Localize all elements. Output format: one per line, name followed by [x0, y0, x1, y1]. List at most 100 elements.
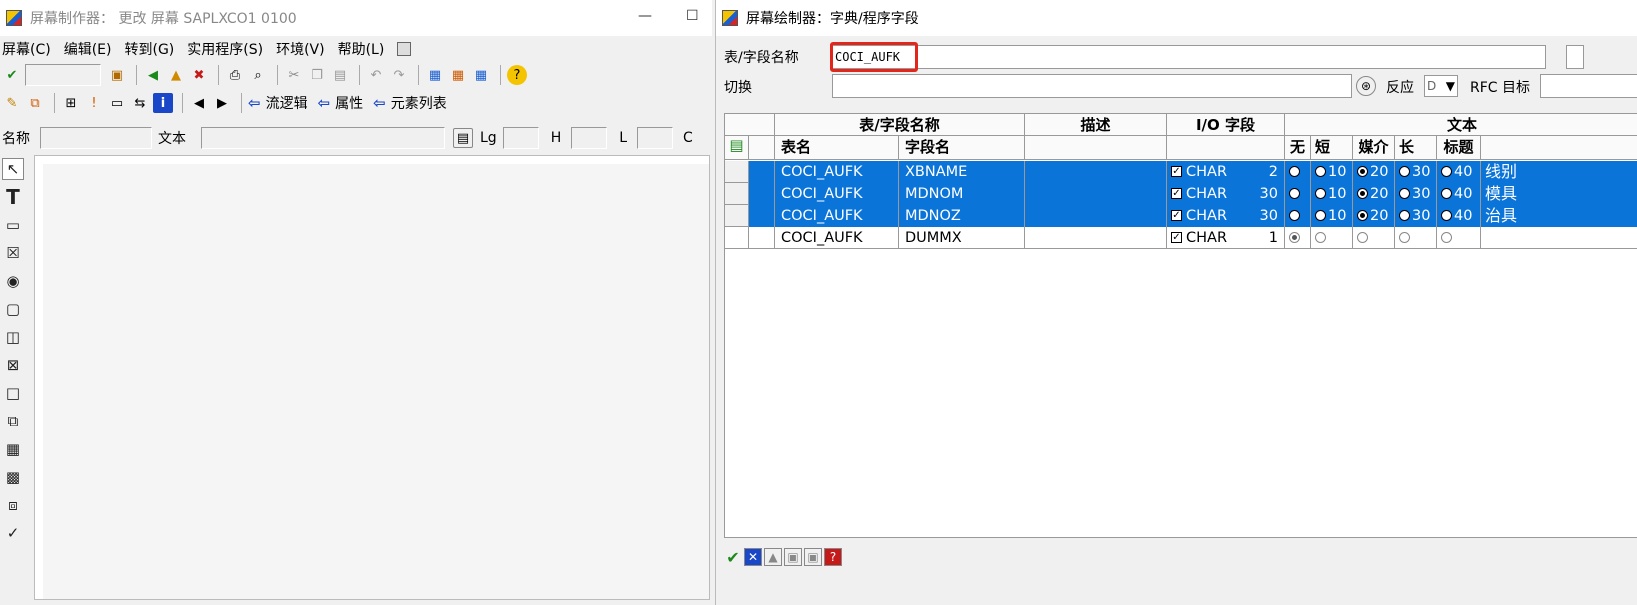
pointer-icon[interactable]: ↖: [2, 158, 24, 180]
confirm-check-icon[interactable]: ✔: [724, 548, 742, 567]
io-checkbox[interactable]: ✓: [1171, 165, 1182, 177]
undo-icon[interactable]: ↶: [366, 65, 386, 85]
menu-edit[interactable]: 编辑(E): [64, 39, 112, 59]
input-field-icon[interactable]: ▭: [2, 214, 24, 236]
layout-icon-2[interactable]: ▦: [448, 65, 468, 85]
text-size-radio[interactable]: [1399, 165, 1410, 177]
l-field[interactable]: [637, 127, 674, 149]
table-row[interactable]: COCI_AUFK MDNOM ✓ CHAR 30 10 20 30 40 模具: [725, 183, 1637, 205]
table-field-input[interactable]: COCI_AUFK: [832, 45, 1546, 69]
text-size-radio[interactable]: [1357, 187, 1368, 199]
flow-logic-link[interactable]: ⇦ 流逻辑: [248, 93, 308, 113]
cancel-icon[interactable]: ?: [824, 548, 842, 566]
text-size-radio[interactable]: [1315, 209, 1326, 221]
table-row[interactable]: COCI_AUFK DUMMX ✓ CHAR 1: [725, 227, 1637, 249]
hierarchy-icon[interactable]: ⊞: [61, 93, 81, 113]
exit-icon[interactable]: ▲: [166, 65, 186, 85]
text-size-radio[interactable]: [1441, 209, 1452, 221]
h-field[interactable]: [571, 127, 608, 149]
switch-input[interactable]: [832, 74, 1352, 98]
io-checkbox[interactable]: ✓: [1171, 187, 1182, 199]
cancel-icon[interactable]: ✖: [189, 65, 209, 85]
menu-utilities[interactable]: 实用程序(S): [187, 39, 263, 59]
table-row[interactable]: COCI_AUFK XBNAME ✓ CHAR 2 10 20 30 40 线别: [725, 161, 1637, 183]
pencil-icon[interactable]: ✎: [2, 93, 22, 113]
canvas-grid[interactable]: [43, 164, 709, 599]
text-size-radio[interactable]: [1315, 187, 1326, 199]
transfer-icon[interactable]: ⇆: [130, 93, 150, 113]
text-size-radio[interactable]: [1289, 165, 1300, 177]
lg-field[interactable]: [502, 127, 539, 149]
io-checkbox[interactable]: ✓: [1171, 209, 1182, 221]
cut-icon[interactable]: ✂: [284, 65, 304, 85]
info-icon[interactable]: i: [153, 93, 173, 113]
checkbox-icon[interactable]: ☒: [2, 242, 24, 264]
back-icon[interactable]: ◀: [143, 65, 163, 85]
next-icon[interactable]: ▶: [212, 93, 232, 113]
print-icon[interactable]: ⎙: [225, 65, 245, 85]
menu-screen[interactable]: 屏幕(C): [2, 39, 51, 59]
paste-icon[interactable]: ▤: [330, 65, 350, 85]
layout-canvas[interactable]: [34, 155, 710, 600]
toggle-icon[interactable]: ⧉: [25, 93, 45, 113]
minimize-icon[interactable]: —: [638, 8, 652, 24]
menu-environment[interactable]: 环境(V): [276, 39, 325, 59]
text-size-radio[interactable]: [1289, 187, 1300, 199]
text-size-radio[interactable]: [1399, 231, 1410, 243]
name-field[interactable]: [40, 127, 152, 149]
get-from-dict-button[interactable]: [1566, 45, 1584, 69]
menu-layout-icon[interactable]: [397, 42, 412, 56]
tabstrip-wizard-icon[interactable]: ⊠: [2, 354, 24, 376]
table-row[interactable]: COCI_AUFK MDNOZ ✓ CHAR 30 10 20 30 40 治具: [725, 205, 1637, 227]
text-size-radio[interactable]: [1289, 209, 1300, 221]
save-as-disabled-icon[interactable]: ▣: [804, 548, 822, 566]
save-icon[interactable]: ▣: [107, 65, 127, 85]
menu-help[interactable]: 帮助(L): [338, 39, 385, 59]
table-control-icon[interactable]: ▦: [2, 438, 24, 460]
pushbutton-icon[interactable]: ▢: [2, 298, 24, 320]
save-disabled-icon[interactable]: ▣: [784, 548, 802, 566]
reaction-select[interactable]: D ▼: [1424, 75, 1458, 97]
attributes-link[interactable]: ⇦ 属性: [318, 93, 364, 113]
text-field-icon[interactable]: T: [2, 185, 24, 209]
table-wizard-icon[interactable]: ▩: [2, 466, 24, 488]
find-icon[interactable]: ⌕: [248, 65, 268, 85]
io-checkbox[interactable]: ✓: [1171, 231, 1182, 243]
dict-fields-icon[interactable]: ▭: [107, 93, 127, 113]
status-icon[interactable]: ✓: [2, 522, 24, 544]
menu-goto[interactable]: 转到(G): [124, 39, 174, 59]
radio-button-icon[interactable]: ◉: [2, 270, 24, 292]
custom-control-icon[interactable]: ⧈: [2, 494, 24, 516]
layout-icon-1[interactable]: ▦: [425, 65, 445, 85]
rfc-input[interactable]: [1540, 74, 1637, 98]
row-selector[interactable]: [725, 227, 749, 249]
upload-icon[interactable]: ▲: [764, 548, 782, 566]
text-size-radio[interactable]: [1289, 231, 1300, 243]
refresh-icon[interactable]: ⊛: [1356, 76, 1376, 96]
box-icon[interactable]: □: [2, 382, 24, 404]
help-icon[interactable]: ?: [507, 65, 527, 85]
text-size-radio[interactable]: [1357, 231, 1368, 243]
row-selector[interactable]: [725, 161, 749, 183]
tabstrip-icon[interactable]: ◫: [2, 326, 24, 348]
redo-icon[interactable]: ↷: [389, 65, 409, 85]
text-size-radio[interactable]: [1441, 165, 1452, 177]
text-size-radio[interactable]: [1399, 187, 1410, 199]
element-list-link[interactable]: ⇦ 元素列表: [373, 93, 447, 113]
row-selector[interactable]: [725, 205, 749, 227]
text-size-radio[interactable]: [1441, 231, 1452, 243]
text-size-radio[interactable]: [1399, 209, 1410, 221]
text-size-radio[interactable]: [1357, 209, 1368, 221]
marker-icon[interactable]: !: [84, 93, 104, 113]
enter-check-icon[interactable]: ✔: [2, 65, 22, 85]
text-list-icon[interactable]: ▤: [453, 128, 473, 148]
select-all-icon[interactable]: ▤: [725, 136, 749, 160]
layout-icon-3[interactable]: ▦: [471, 65, 491, 85]
command-field[interactable]: [25, 64, 101, 86]
text-size-radio[interactable]: [1357, 165, 1368, 177]
text-size-radio[interactable]: [1315, 165, 1326, 177]
copy-icon[interactable]: ❐: [307, 65, 327, 85]
text-field[interactable]: [201, 127, 445, 149]
prev-icon[interactable]: ◀: [189, 93, 209, 113]
subscreen-icon[interactable]: ⧉: [2, 410, 24, 432]
